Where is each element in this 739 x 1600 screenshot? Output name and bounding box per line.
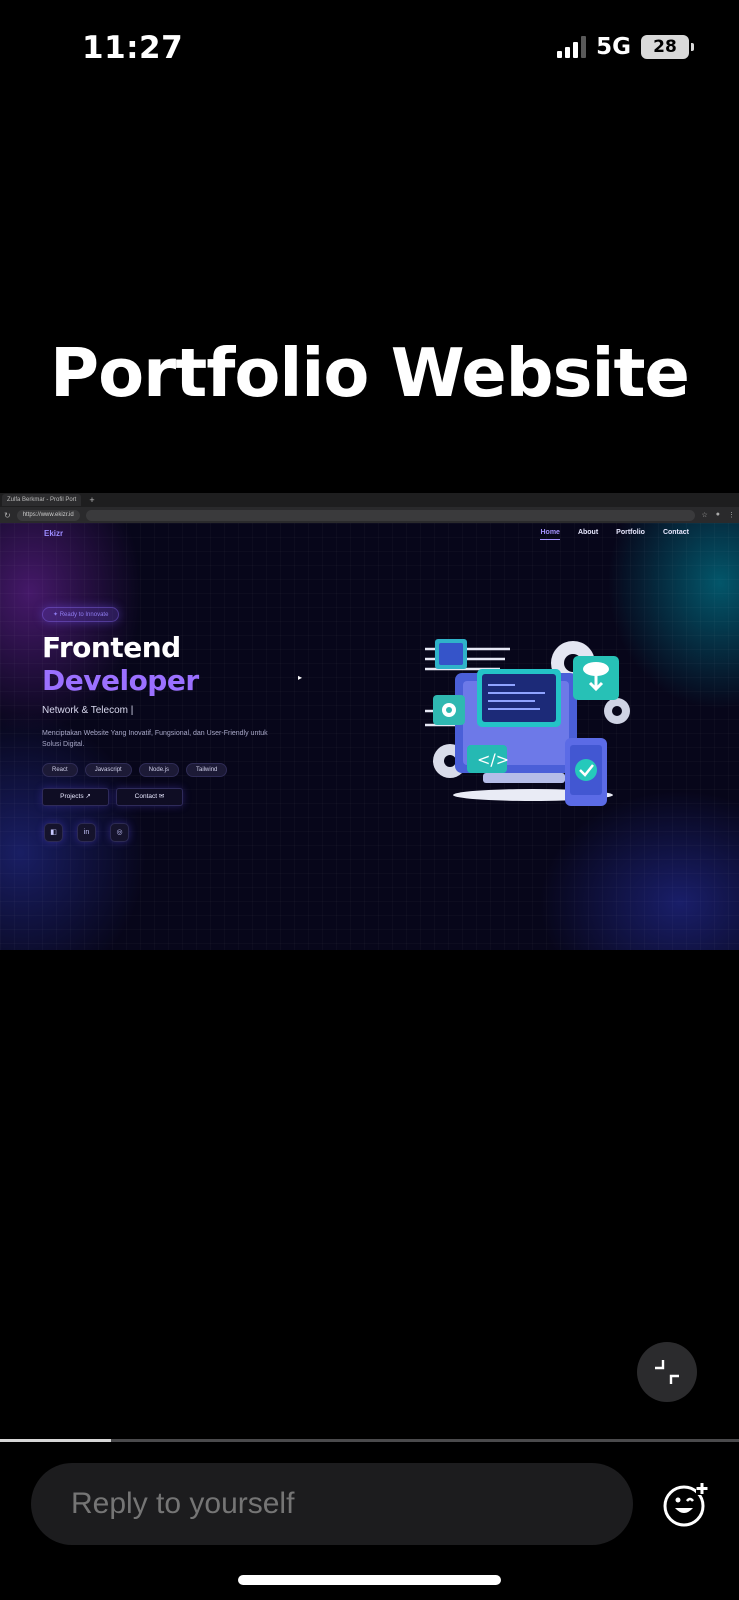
- signal-icon: [557, 36, 587, 58]
- svg-text:</>: </>: [477, 750, 509, 769]
- minimize-icon: [655, 1360, 679, 1384]
- url-field-space: [85, 509, 696, 521]
- hero-title-line1: Frontend: [42, 631, 181, 664]
- social-links: ◧ in ◎: [44, 823, 129, 842]
- browser-tab: Zulfa Berkmar - Profil Port: [2, 494, 82, 506]
- browser-address-bar: ↻ https://www.ekizr.id ☆ ● ⋮: [0, 507, 739, 523]
- skill-tag: Javascript: [84, 763, 132, 777]
- reload-icon: ↻: [4, 510, 11, 520]
- site-nav-about: About: [577, 529, 599, 536]
- hero-subtitle: Network & Telecom |: [42, 705, 134, 716]
- video-frame[interactable]: Zulfa Berkmar - Profil Port + ↻ https://…: [0, 493, 739, 950]
- network-label: 5G: [596, 34, 631, 60]
- story-progress-fill: [0, 1439, 111, 1442]
- developer-illustration: </>: [425, 639, 630, 806]
- browser-tab-strip: Zulfa Berkmar - Profil Port +: [0, 493, 739, 507]
- mouse-cursor-icon: ▸: [298, 673, 303, 682]
- story-progress-bar: [0, 1439, 739, 1442]
- battery-icon: 28: [641, 35, 694, 59]
- hero-badge: ✦ Ready to Innovate: [42, 607, 120, 622]
- projects-button: Projects ↗: [42, 788, 109, 806]
- hero-title-line2: Developer: [42, 664, 199, 697]
- skill-tag: React: [42, 763, 78, 777]
- linkedin-icon: in: [77, 823, 96, 842]
- site-nav-portfolio: Portfolio: [616, 529, 645, 536]
- hero-badge-label: Ready to Innovate: [59, 612, 109, 618]
- github-icon: ◧: [44, 823, 63, 842]
- skill-tag: Node.js: [138, 763, 180, 777]
- reply-input[interactable]: [71, 1463, 611, 1545]
- hero-description: Menciptakan Website Yang Inovatif, Fungs…: [42, 730, 268, 748]
- browser-extension-icons: ☆ ● ⋮: [701, 511, 735, 519]
- minimize-button[interactable]: [637, 1342, 697, 1402]
- site-nav-home: Home: [540, 529, 560, 540]
- site-logo: Ekizr: [44, 529, 64, 538]
- site-nav: Home About Portfolio Contact: [540, 529, 689, 540]
- story-viewer: 11:27 5G 28 Portfolio Website Zulfa Berk…: [0, 0, 739, 1600]
- rocket-icon: ✦: [53, 612, 60, 618]
- skill-tags: React Javascript Node.js Tailwind: [42, 763, 228, 777]
- instagram-icon: ◎: [110, 823, 129, 842]
- add-reaction-icon[interactable]: [662, 1480, 710, 1528]
- browser-url: https://www.ekizr.id: [16, 509, 80, 521]
- website-preview: Ekizr Home About Portfolio Contact ✦ Rea…: [0, 523, 739, 950]
- story-headline: Portfolio Website: [50, 334, 690, 412]
- contact-button: Contact ✉: [116, 788, 183, 806]
- status-time: 11:27: [82, 30, 184, 66]
- new-tab-icon: +: [89, 495, 95, 505]
- status-indicators: 5G 28: [557, 34, 694, 60]
- skill-tag: Tailwind: [186, 763, 228, 777]
- reply-composer[interactable]: [31, 1463, 633, 1545]
- site-nav-contact: Contact: [662, 529, 689, 536]
- home-indicator: [238, 1575, 501, 1585]
